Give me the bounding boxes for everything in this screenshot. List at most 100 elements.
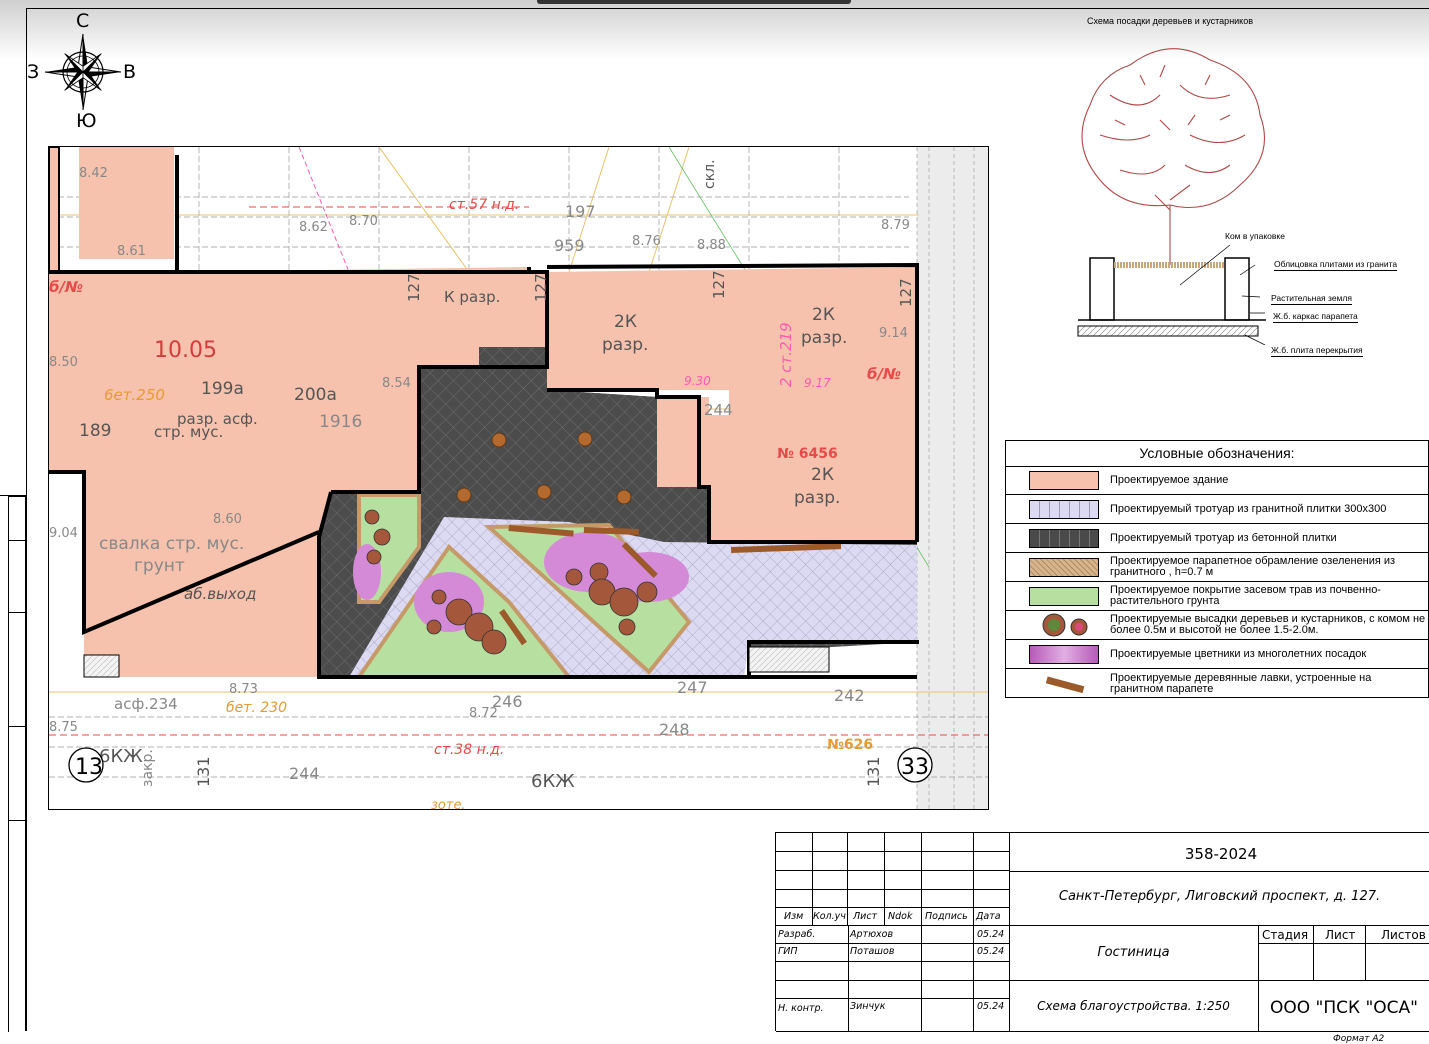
row-gip-name: Поташов [850,946,895,957]
sheet-title: Схема благоустройства. 1:250 [1037,999,1230,1013]
col-header-izm: Изм [784,911,804,922]
zote-label: зоте. [431,798,466,810]
razr-label-b: разр. [801,328,847,348]
legend-text: Проектируемое здание [1110,473,1229,486]
elev-872: 8.72 [469,706,498,721]
bench-symbol-icon [1045,676,1085,694]
elev-875: 8.75 [49,720,78,735]
elev-861: 8.61 [117,244,146,259]
razr-label-a: разр. [602,335,648,355]
callout-parapet-frame: Ж.б. каркас парапета [1273,311,1358,323]
6kzh-label-b: 6КЖ [531,771,575,792]
n127-a: 127 [405,273,423,302]
242-label: 242 [834,686,865,705]
n127-c: 127 [710,270,728,299]
compass-north-label: С [76,10,90,32]
legend-item-grass: Проектируемое покрытие засевом трав из п… [1006,582,1428,611]
131-label-a: 131 [194,756,213,787]
str-mus-label: стр. мус. [154,423,223,441]
n197-label: 197 [565,202,596,221]
site-plan-drawing: 10.05 К разр. 2К разр. 2К разр. 2К разр.… [49,147,988,810]
n127-b: 127 [532,273,550,302]
legend-item-building: Проектируемое здание [1006,466,1428,495]
2k-label-c: 2К [811,465,834,485]
legend-item-concrete-paving: Проектируемый тротуар из бетонной плитки [1006,524,1428,553]
compass-south-label: Ю [76,110,97,132]
131-label-b: 131 [864,756,883,787]
asf234-label: асф.234 [114,695,178,713]
callout-root-ball: Ком в упаковке [1225,231,1285,241]
6kzh-label-a: 6КЖ [99,746,143,767]
col-header-ndok: Ndok [888,911,913,922]
legend-title: Условные обозначения: [1006,441,1428,467]
flowerbed-swatch [1029,645,1099,664]
tree-symbol-icon [1042,613,1088,637]
legend-text: Проектируемый тротуар из бетонной плитки [1110,531,1337,544]
elev-870: 8.70 [349,214,378,229]
row-nkontr-date: 05.24 [977,1001,1005,1012]
626-label: №626 [827,737,873,753]
col-header-data: Дата [976,911,1001,922]
sheet-header: Лист [1325,928,1356,942]
st57-label: ст.57 н.д. [449,197,519,213]
axis-33-label: 33 [901,755,929,780]
legend-item-flowerbeds: Проектируемые цветники из многолетних по… [1006,640,1428,669]
244-label: 244 [289,764,320,783]
bn-label: б/№ [867,365,901,383]
compass-east-label: В [123,61,137,83]
199a-label: 199а [201,379,244,399]
compass-rose: С Ю З В [27,10,140,135]
razr-label-c: разр. [794,488,840,508]
k-razr-label: К разр. [444,288,500,306]
object-name: Гостиница [1097,945,1170,960]
200a-label: 200а [294,385,337,405]
2k-label-b: 2К [812,305,835,325]
legend-text: Проектируемое парапетное обрамление озел… [1110,555,1396,578]
col-header-list: Лист [853,911,878,922]
title-block: 358-2024 Санкт-Петербург, Лиговский прос… [775,832,1429,1032]
callout-granite-facing: Облицовка плитами из гранита [1274,259,1398,271]
n127-d: 127 [897,278,915,307]
legend-text: Проектируемое покрытие засевом трав из п… [1110,584,1381,607]
callout-slab: Ж.б. плита перекрытия [1271,345,1363,357]
company-name: ООО "ПСК "ОСА" [1269,998,1418,1018]
elev-876: 8.76 [632,234,661,249]
244b-label: 244 [704,401,733,419]
compass-west-label: З [27,61,40,83]
n959-label: 959 [554,236,585,255]
bn-left-label: б/№ [49,278,83,296]
grunt-label: грунт [134,556,185,576]
elev-873: 8.73 [229,682,258,697]
ab-vyhod-label: аб.выход [184,585,256,603]
building-swatch [1029,471,1099,490]
parapet-swatch [1029,558,1099,577]
number-6456-label: № 6456 [777,446,838,462]
elev-862: 8.62 [299,220,328,235]
elev-888: 8.88 [697,238,726,253]
grass-swatch [1029,587,1099,606]
tree-section-drawing [1077,48,1266,345]
elev-850: 8.50 [49,355,78,370]
left-binding-strip [0,495,26,1032]
elev-930: 9.30 [684,374,711,388]
row-razrab-name: Артюхов [850,929,894,940]
row-razrab-date: 05.24 [977,929,1005,940]
project-code: 358-2024 [1184,845,1258,863]
zakr-label: закр. [140,749,156,787]
elev-879: 8.79 [881,218,910,233]
elev-854: 8.54 [382,376,411,391]
legend-text: Проектируемые цветники из многолетних по… [1110,647,1367,660]
legend-item-benches: Проектируемые деревянные лавки, устроенн… [1006,669,1428,699]
elev-842: 8.42 [79,166,108,181]
col-header-kol: Кол.уч [813,911,846,922]
site-plan[interactable]: 10.05 К разр. 2К разр. 2К разр. 2К разр.… [48,146,989,810]
elev-860: 8.60 [213,512,242,527]
callout-soil: Растительная земля [1271,293,1352,305]
axis-13-label: 13 [75,755,103,780]
row-gip-date: 05.24 [977,946,1005,957]
189-label: 189 [79,421,111,441]
elev-914: 9.14 [879,326,908,341]
tree-scheme-title: Схема посадки деревьев и кустарников [1086,16,1254,26]
window-grab-bar[interactable] [537,0,851,4]
bet230-label: бет. 230 [226,700,287,716]
